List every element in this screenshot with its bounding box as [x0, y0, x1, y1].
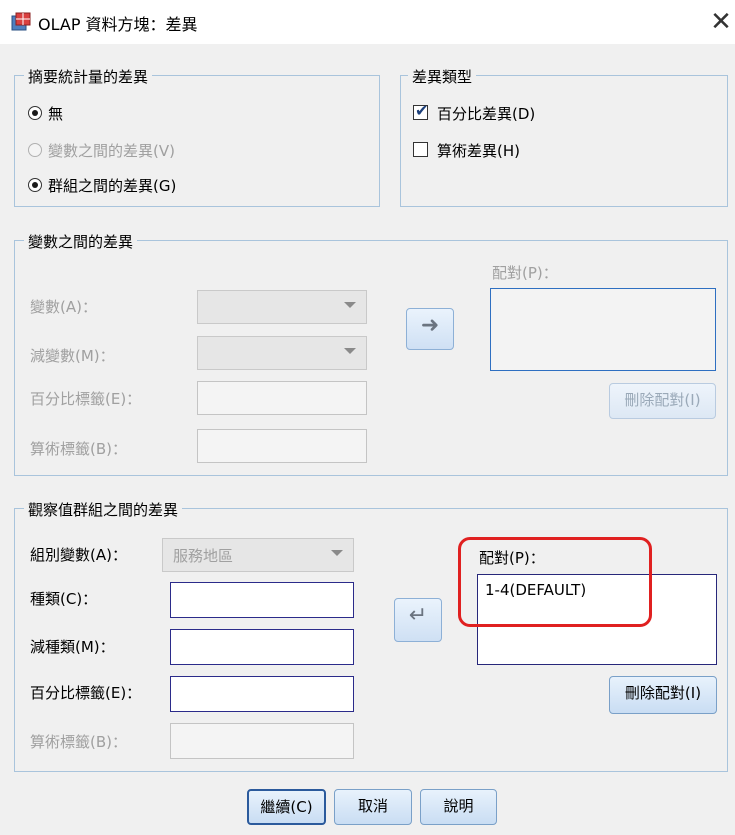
- radio-between-groups[interactable]: [28, 178, 42, 192]
- case-groups-difference-legend: 觀察值群組之間的差異: [24, 499, 183, 520]
- summary-difference-legend: 摘要統計量的差異: [24, 66, 153, 87]
- add-variable-pair-button: ➜: [406, 308, 454, 350]
- chevron-down-icon: [344, 302, 356, 308]
- grouping-variable-combo: 服務地區: [162, 538, 354, 572]
- cube-app-icon: [10, 12, 32, 32]
- cases-percent-label-label: 百分比標籤(E)：: [30, 684, 142, 702]
- variables-pairs-label: 配對(P)：: [492, 264, 558, 282]
- checkmark-icon: ✔: [415, 101, 429, 120]
- help-button[interactable]: 說明: [420, 789, 497, 825]
- checkbox-percentage-difference[interactable]: ✔: [413, 101, 428, 120]
- cases-percent-label-input[interactable]: [170, 676, 354, 712]
- variables-percent-label-label: 百分比標籤(E)：: [30, 390, 142, 408]
- variables-arith-label-label: 算術標籤(B)：: [30, 440, 127, 458]
- cases-delete-pair-button[interactable]: 刪除配對(I): [609, 676, 717, 714]
- difference-type-legend: 差異類型: [408, 66, 477, 87]
- continue-button[interactable]: 繼續(C): [247, 789, 326, 825]
- variables-difference-legend: 變數之間的差異: [24, 231, 138, 252]
- minus-variable-combo: [197, 336, 367, 370]
- variables-delete-pair-button: 刪除配對(I): [609, 383, 716, 419]
- variables-percent-label-field: [197, 381, 367, 415]
- variable-label: 變數(A)：: [30, 298, 97, 316]
- cases-arith-label-label: 算術標籤(B)：: [30, 733, 127, 751]
- cases-arith-label-input: [170, 723, 354, 759]
- variable-combo: [197, 290, 367, 324]
- close-icon[interactable]: ✕: [708, 9, 734, 35]
- radio-between-variables-label: 變數之間的差異(V): [48, 142, 175, 160]
- variables-arith-label-field: [197, 429, 367, 463]
- radio-none-label[interactable]: 無: [48, 103, 63, 124]
- minus-category-input[interactable]: [170, 629, 354, 665]
- checkbox-percentage-difference-label[interactable]: 百分比差異(D): [437, 103, 535, 124]
- chevron-down-icon: [331, 550, 343, 556]
- grouping-variable-value: 服務地區: [173, 547, 234, 565]
- window-title: OLAP 資料方塊：差異: [38, 15, 198, 34]
- minus-variable-label: 減變數(M)：: [30, 347, 115, 365]
- variables-pairs-list: [490, 288, 716, 371]
- radio-between-variables: [28, 143, 42, 157]
- category-input[interactable]: [170, 582, 354, 618]
- minus-category-label: 減種類(M)：: [30, 638, 115, 656]
- arrow-right-icon: ➜: [420, 313, 440, 338]
- checkbox-arithmetic-difference[interactable]: [413, 142, 428, 157]
- category-label: 種類(C)：: [30, 590, 98, 608]
- radio-none[interactable]: [28, 106, 42, 120]
- add-case-pair-button[interactable]: ↵: [394, 598, 442, 642]
- grouping-variable-label: 組別變數(A)：: [30, 546, 127, 564]
- highlight-annotation: [458, 537, 652, 627]
- chevron-down-icon: [344, 348, 356, 354]
- checkbox-arithmetic-difference-label[interactable]: 算術差異(H): [437, 140, 520, 161]
- radio-between-groups-label[interactable]: 群組之間的差異(G): [48, 175, 176, 196]
- cancel-button[interactable]: 取消: [334, 789, 412, 825]
- arrow-left-return-icon: ↵: [408, 603, 428, 628]
